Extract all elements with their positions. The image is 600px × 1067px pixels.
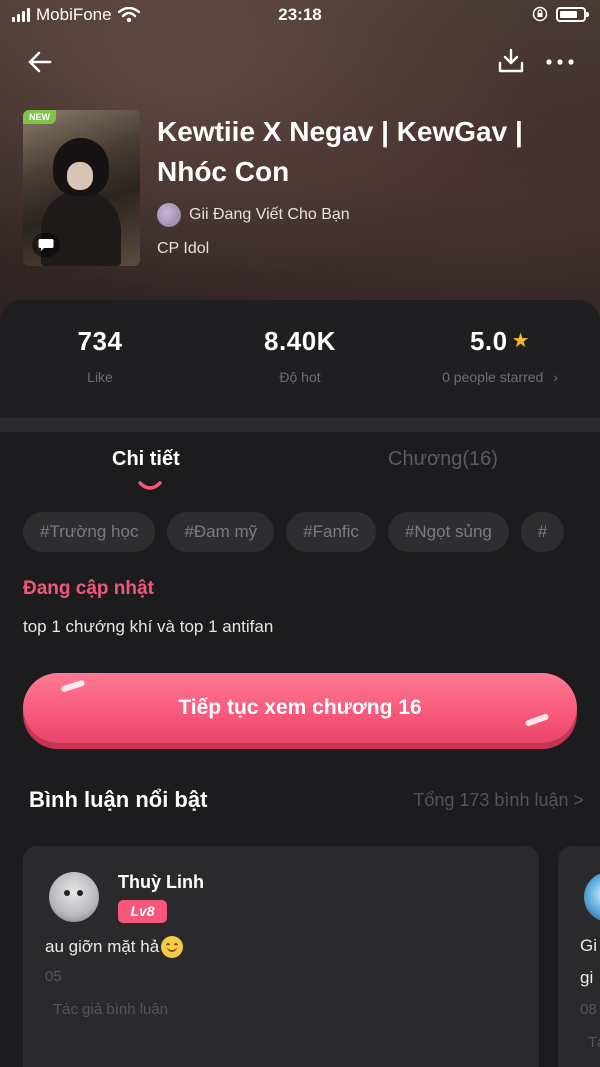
comments-total-link[interactable]: Tổng 173 bình luận > [413,790,584,811]
tag-list: #Trường học #Đam mỹ #Fanfic #Ngọt sủng # [23,512,600,552]
hot-label: Độ hot [279,369,321,385]
comic-title: Kewtiie X Negav | KewGav | Nhóc Con [157,116,523,187]
status-bar: MobiFone 23:18 [0,0,600,32]
comments-heading: Bình luận nổi bật [29,787,208,812]
rating-row: 5.0 ★ [400,326,600,357]
comment-date: 05 [45,968,62,985]
level-badge: Lv8 [118,900,167,923]
update-status: Đang cập nhật [23,578,154,599]
comment-date: 08 [580,1001,597,1018]
comment-role: Tác giả bình luận [53,1001,169,1018]
author-avatar[interactable] [157,203,181,227]
avatar[interactable] [584,872,600,922]
tag-item[interactable]: #Trường học [23,512,156,552]
status-right [532,6,589,22]
comment-card[interactable]: Gi gi 08 Tá [558,846,600,1067]
rotation-lock-icon [532,6,548,22]
comment-text: gi [580,968,594,987]
tag-item[interactable]: # [520,512,565,552]
star-icon: ★ [511,330,531,352]
tab-detail[interactable]: Chi tiết [112,448,180,471]
tab-active-indicator [138,481,162,490]
section-divider [0,418,600,432]
author-name[interactable]: Gii Đang Viết Cho Bạn [189,206,350,224]
rating-label-row[interactable]: 0 people starred › [400,369,600,385]
top-nav [0,44,600,80]
comic-category[interactable]: CP Idol [157,240,209,258]
smile-emoji-icon [161,936,184,958]
comment-role: Tá [588,1034,600,1051]
download-icon[interactable] [496,46,526,76]
continue-reading-button[interactable]: Tiếp tục xem chương 16 [23,673,577,743]
hot-value: 8.40K [264,326,336,356]
clock: 23:18 [278,5,322,24]
cover-figure-face [67,162,93,190]
battery-icon [556,6,589,22]
stat-likes: 734 Like [0,326,200,385]
more-dots-icon[interactable] [544,46,576,78]
tag-item[interactable]: #Ngọt sủng [387,512,509,552]
avatar[interactable] [49,872,99,922]
chat-bubble-icon [32,233,60,257]
rating-value: 5.0 [469,326,508,356]
rating-label[interactable]: 0 people starred [442,369,543,385]
likes-label: Like [87,369,113,385]
comment-text: au giỡn mặt hả [45,937,160,956]
tag-item[interactable]: #Fanfic [286,512,376,552]
commenter-name[interactable]: Thuỳ Linh [118,872,204,893]
stat-hot: 8.40K Độ hot [200,326,400,385]
comment-text-row: au giỡn mặt hả [45,936,184,958]
likes-value: 734 [77,326,123,356]
chevron-right-icon: › [553,369,558,385]
new-badge: NEW [23,110,56,124]
stats-bar: 734 Like 8.40K Độ hot 5.0 ★ 0 people star… [0,300,600,418]
arrow-left-icon[interactable] [24,46,56,78]
comic-description: top 1 chướng khí và top 1 antifan [23,617,274,636]
continue-reading-label: Tiếp tục xem chương 16 [178,696,422,719]
comic-cover[interactable]: NEW [23,110,140,266]
comment-card[interactable]: Thuỳ Linh Lv8 au giỡn mặt hả 05 Tác giả … [23,846,539,1067]
stat-rating[interactable]: 5.0 ★ 0 people starred › [400,326,600,385]
tab-chapters[interactable]: Chương(16) [388,448,498,471]
comment-text: Gi [580,936,597,955]
author-row[interactable]: Gii Đang Viết Cho Bạn [157,203,350,227]
tag-item[interactable]: #Đam mỹ [167,512,275,552]
button-shine [60,679,86,693]
button-shine [524,713,550,727]
detail-tabs: Chi tiết Chương(16) [0,448,600,498]
